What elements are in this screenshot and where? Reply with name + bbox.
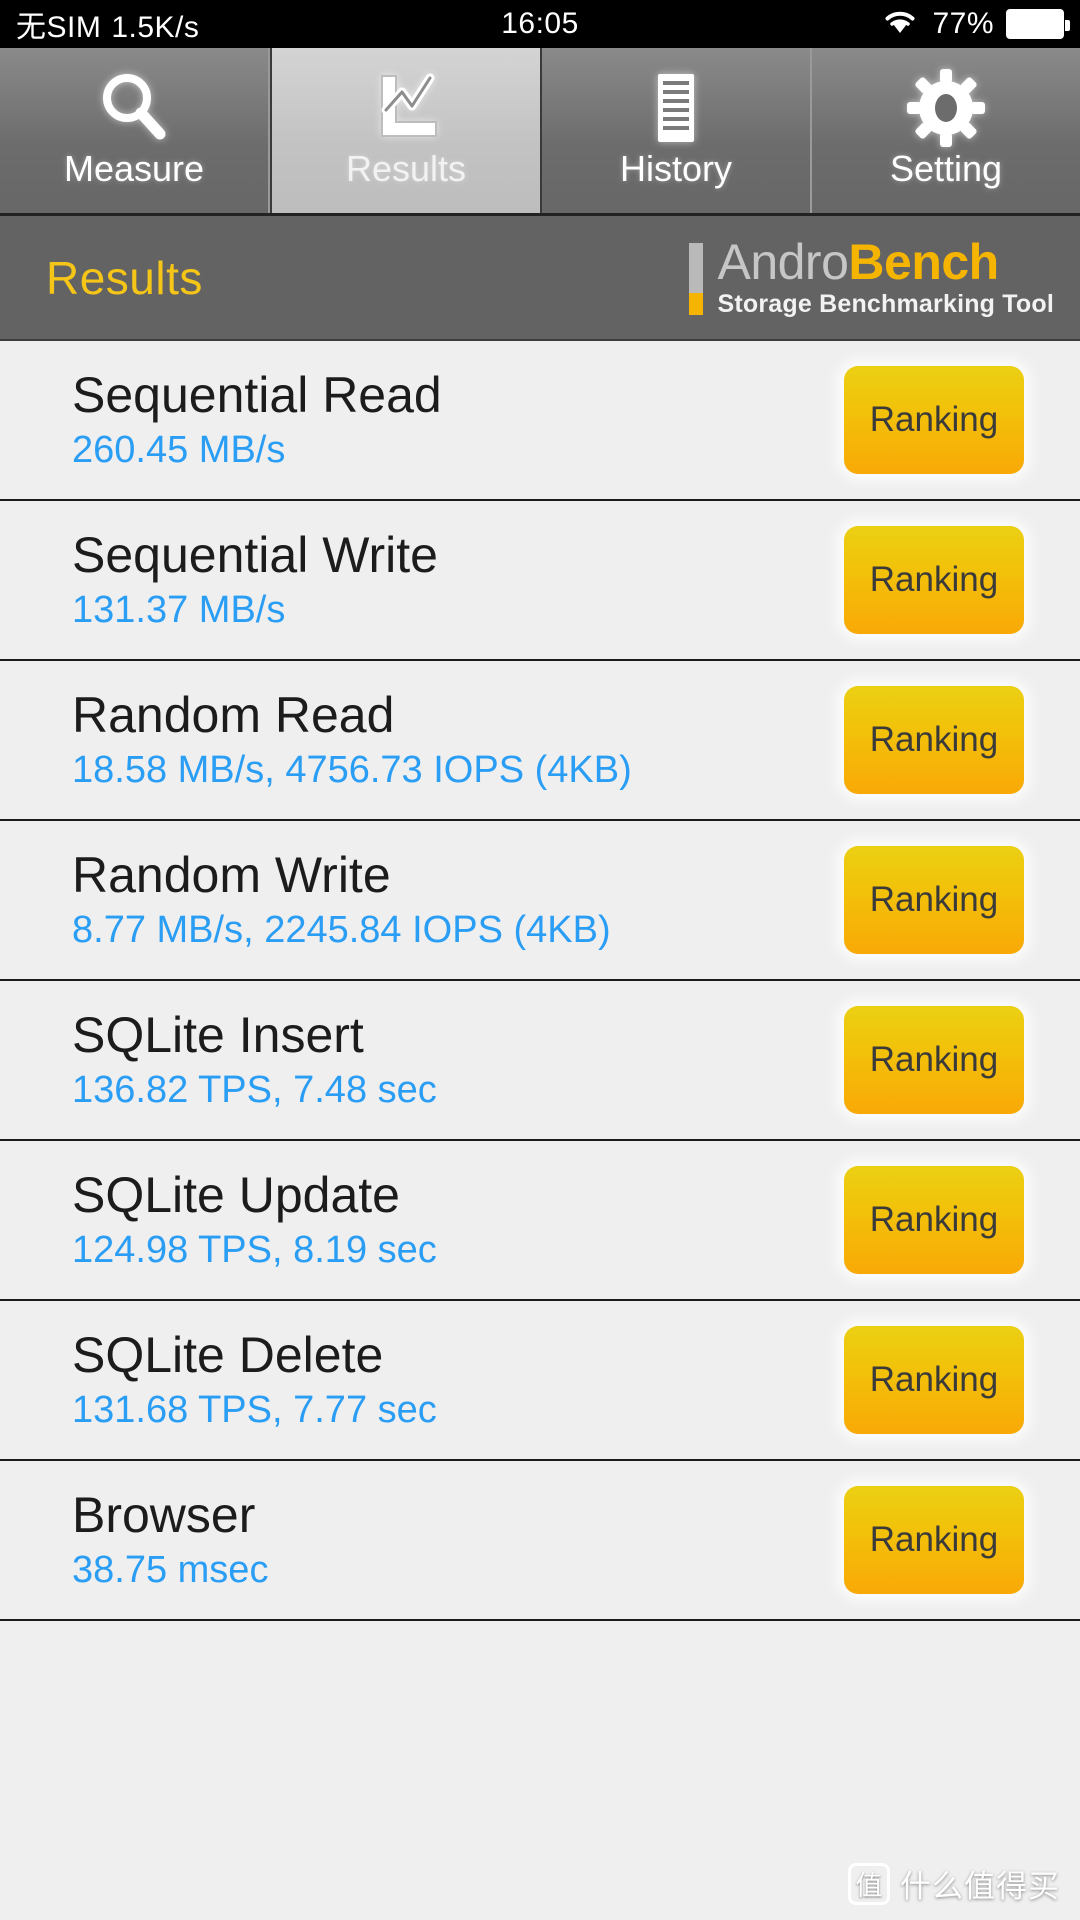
row-text: SQLite Delete 131.68 TPS, 7.77 sec (72, 1329, 437, 1431)
logo-bench: Bench (848, 233, 999, 290)
table-row[interactable]: Sequential Write 131.37 MB/s Ranking (0, 501, 1080, 661)
logo-wordmark: AndroBench (717, 233, 1054, 290)
tab-history-label: History (619, 147, 732, 189)
row-text: Sequential Write 131.37 MB/s (72, 529, 438, 631)
table-row[interactable]: SQLite Insert 136.82 TPS, 7.48 sec Ranki… (0, 981, 1080, 1141)
status-bar-left: 无SIM 1.5K/s (16, 2, 199, 46)
logo-bars-icon (689, 242, 704, 315)
ranking-button[interactable]: Ranking (844, 1486, 1024, 1594)
document-lines-icon (634, 72, 718, 144)
logo-text: AndroBench Storage Benchmarking Tool (717, 233, 1054, 319)
tab-bar: Measure Results History Setting (0, 48, 1080, 216)
table-row[interactable]: Sequential Read 260.45 MB/s Ranking (0, 341, 1080, 501)
table-row[interactable]: SQLite Delete 131.68 TPS, 7.77 sec Ranki… (0, 1301, 1080, 1461)
result-name: SQLite Insert (72, 1006, 364, 1063)
logo-andro: Andro (717, 233, 849, 290)
row-text: Sequential Read 260.45 MB/s (72, 369, 442, 471)
ranking-button[interactable]: Ranking (844, 366, 1024, 474)
ranking-button[interactable]: Ranking (844, 1006, 1024, 1114)
tab-setting[interactable]: Setting (812, 48, 1080, 213)
tab-measure-label: Measure (63, 147, 205, 189)
row-text: SQLite Insert 136.82 TPS, 7.48 sec (72, 1009, 437, 1111)
tab-setting-label: Setting (889, 147, 1003, 189)
result-value: 38.75 msec (72, 1549, 269, 1592)
result-name: Random Read (72, 686, 395, 743)
androbench-logo: AndroBench Storage Benchmarking Tool (689, 233, 1054, 319)
row-text: Browser 38.75 msec (72, 1489, 268, 1591)
logo-subtitle: Storage Benchmarking Tool (717, 289, 1054, 318)
page-title: Results (46, 251, 203, 304)
ranking-button[interactable]: Ranking (844, 686, 1024, 794)
row-text: Random Write 8.77 MB/s, 2245.84 IOPS (4K… (72, 849, 611, 951)
tab-measure[interactable]: Measure (0, 48, 270, 213)
network-speed-label: 1.5K/s (111, 11, 200, 44)
magnifier-icon (92, 72, 176, 144)
result-value: 124.98 TPS, 8.19 sec (72, 1229, 437, 1272)
table-row[interactable]: Random Write 8.77 MB/s, 2245.84 IOPS (4K… (0, 821, 1080, 981)
result-value: 18.58 MB/s, 4756.73 IOPS (4KB) (72, 749, 632, 792)
status-bar: 无SIM 1.5K/s 16:05 77% (0, 0, 1080, 48)
ranking-button[interactable]: Ranking (844, 526, 1024, 634)
results-list: Sequential Read 260.45 MB/s Ranking Sequ… (0, 341, 1080, 1621)
result-name: SQLite Update (72, 1166, 400, 1223)
ranking-button[interactable]: Ranking (844, 1326, 1024, 1434)
wifi-icon (880, 4, 920, 44)
row-text: Random Read 18.58 MB/s, 4756.73 IOPS (4K… (72, 689, 632, 791)
battery-icon (1006, 9, 1070, 39)
result-name: Sequential Read (72, 366, 442, 423)
page-header: Results AndroBench Storage Benchmarking … (0, 216, 1080, 341)
carrier-label: 无SIM (16, 11, 102, 44)
result-name: SQLite Delete (72, 1326, 384, 1383)
status-bar-right: 77% (880, 4, 1070, 44)
table-row[interactable]: Random Read 18.58 MB/s, 4756.73 IOPS (4K… (0, 661, 1080, 821)
battery-percent-label: 77% (932, 7, 994, 40)
watermark: 值 什么值得买 (848, 1861, 1060, 1906)
watermark-badge-icon: 值 (848, 1862, 890, 1905)
result-name: Browser (72, 1486, 256, 1543)
ranking-button[interactable]: Ranking (844, 846, 1024, 954)
result-value: 136.82 TPS, 7.48 sec (72, 1069, 437, 1112)
row-text: SQLite Update 124.98 TPS, 8.19 sec (72, 1169, 437, 1271)
result-name: Random Write (72, 846, 391, 903)
result-value: 131.37 MB/s (72, 589, 286, 632)
result-name: Sequential Write (72, 526, 438, 583)
result-value: 260.45 MB/s (72, 429, 286, 472)
result-value: 131.68 TPS, 7.77 sec (72, 1389, 437, 1432)
result-value: 8.77 MB/s, 2245.84 IOPS (4KB) (72, 909, 611, 952)
gear-icon (904, 68, 988, 147)
tab-results-label: Results (345, 147, 467, 189)
table-row[interactable]: SQLite Update 124.98 TPS, 8.19 sec Ranki… (0, 1141, 1080, 1301)
ranking-button[interactable]: Ranking (844, 1166, 1024, 1274)
watermark-text: 什么值得买 (900, 1869, 1060, 1904)
tab-history[interactable]: History (542, 48, 812, 213)
chart-icon (364, 72, 448, 144)
table-row[interactable]: Browser 38.75 msec Ranking (0, 1461, 1080, 1621)
tab-results[interactable]: Results (270, 48, 542, 213)
app-screen: 无SIM 1.5K/s 16:05 77% Measure Results Hi… (0, 0, 1080, 1920)
